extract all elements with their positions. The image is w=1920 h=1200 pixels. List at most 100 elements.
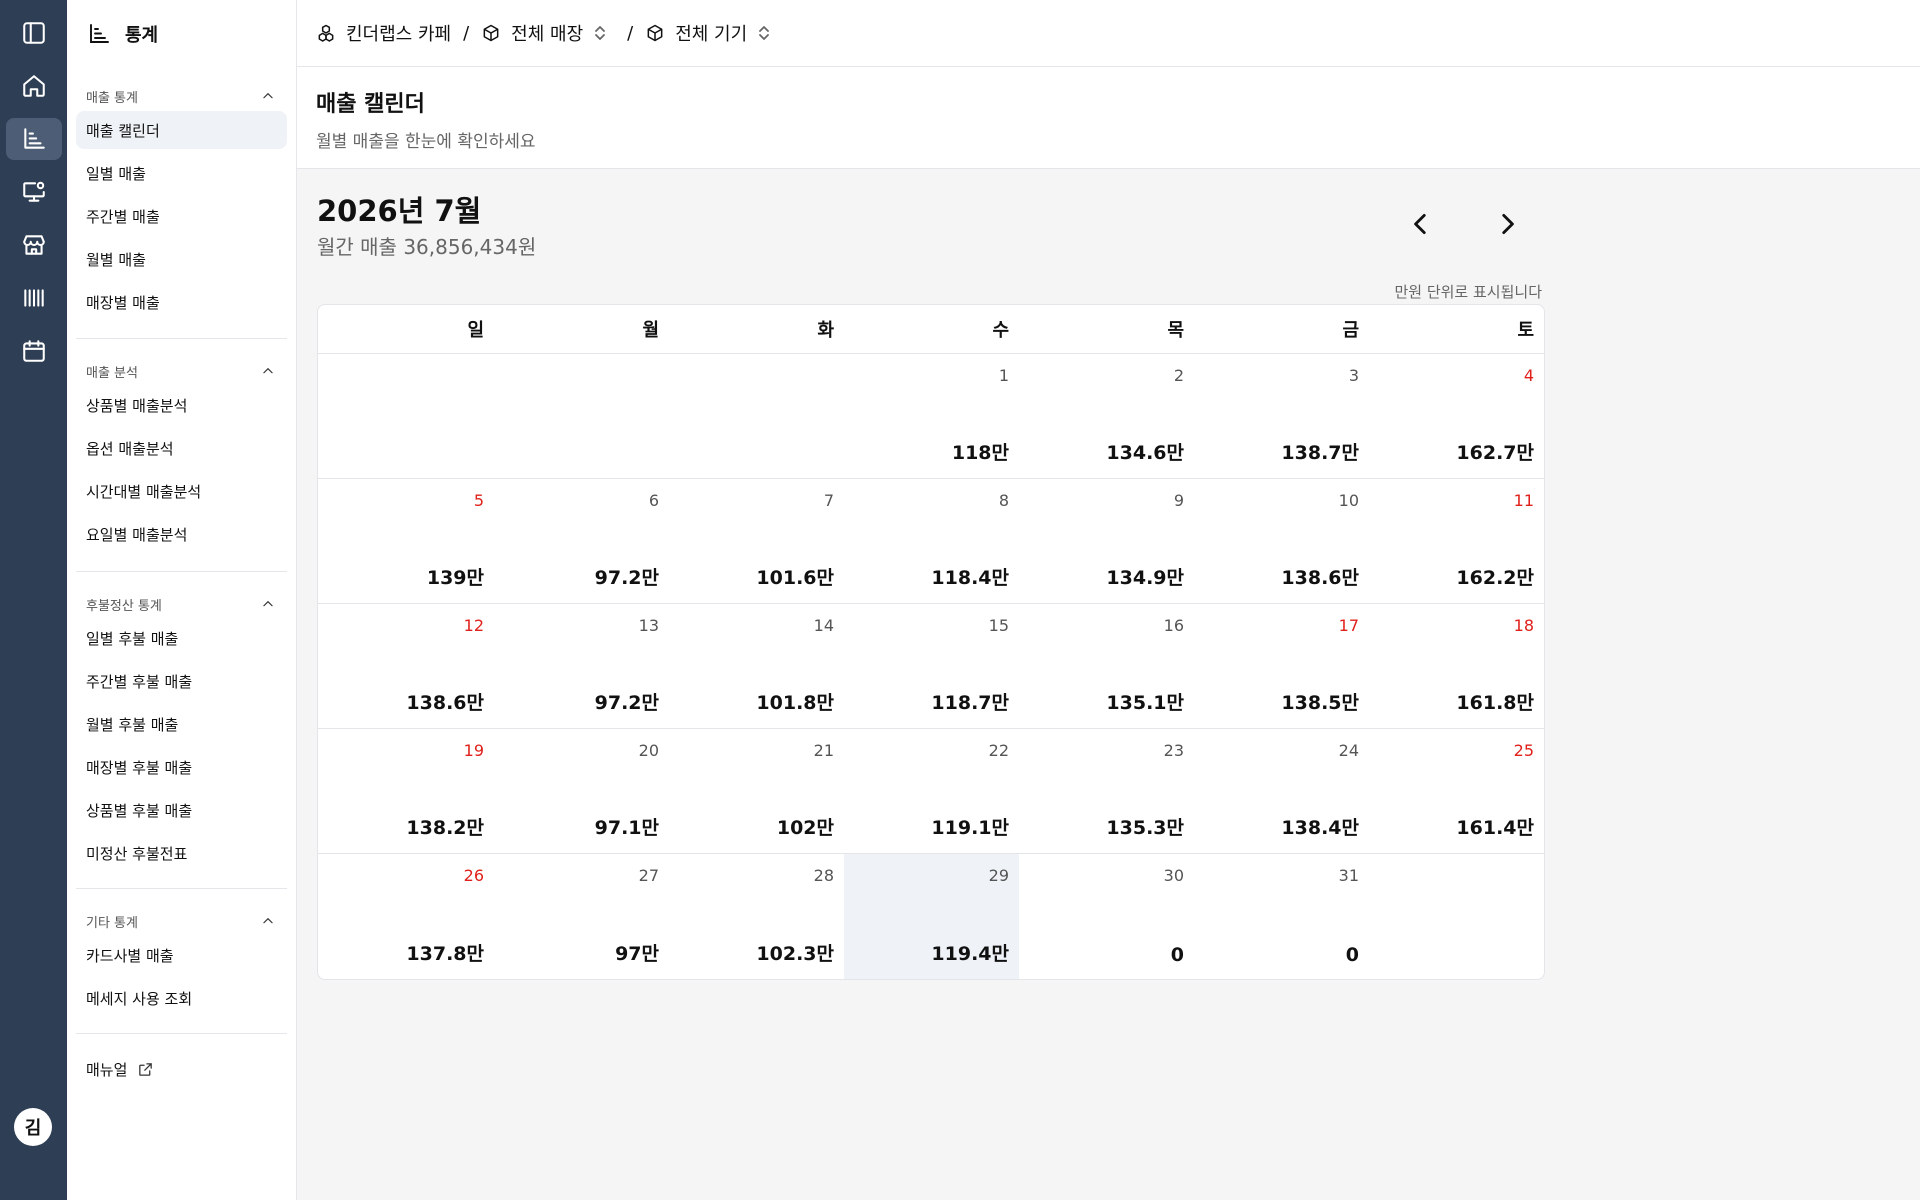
calendar-day-cell[interactable]: 31 0 xyxy=(1194,854,1369,979)
section-sales-analysis: 매출 분석 상품별 매출분석 옵션 매출분석 시간대별 매출분석 요일별 매출분… xyxy=(67,356,296,553)
day-number: 1 xyxy=(998,366,1009,385)
calendar-day-cell[interactable]: 6 97.2만 xyxy=(494,479,669,603)
day-sales-amount: 101.8만 xyxy=(756,692,834,714)
breadcrumb-brand[interactable]: 킨더랩스 카페 xyxy=(316,20,451,46)
breadcrumb: 킨더랩스 카페 / 전체 매장 / 전체 기기 xyxy=(297,0,1920,67)
day-sales-amount: 119.1만 xyxy=(931,817,1009,839)
calendar-day-cell[interactable]: 5 139만 xyxy=(318,479,494,603)
sidebar-item-product-analysis[interactable]: 상품별 매출분석 xyxy=(76,386,287,424)
day-number: 27 xyxy=(638,866,659,885)
calendar-day-cell[interactable]: 24 138.4만 xyxy=(1194,729,1369,853)
chevron-up-icon xyxy=(263,93,273,99)
sidebar-item-product-deferred[interactable]: 상품별 후불 매출 xyxy=(76,791,287,829)
chevron-up-down-icon xyxy=(595,26,606,40)
day-sales-amount: 138.6만 xyxy=(1281,567,1359,589)
calendar-day-cell[interactable]: 17 138.5만 xyxy=(1194,604,1369,728)
next-month-button[interactable] xyxy=(1489,206,1525,242)
day-sales-amount: 138.2만 xyxy=(406,817,484,839)
day-number: 30 xyxy=(1163,866,1184,885)
day-sales-amount: 0 xyxy=(1170,944,1184,966)
sidebar-item-sales-calendar[interactable]: 매출 캘린더 xyxy=(76,111,287,149)
brand-name: 킨더랩스 카페 xyxy=(346,24,452,45)
calendar-day-cell[interactable]: 11 162.2만 xyxy=(1369,479,1544,603)
sidebar-toggle-icon[interactable] xyxy=(6,12,62,54)
sidebar-item-monthly-deferred[interactable]: 월별 후불 매출 xyxy=(76,705,287,743)
store-icon[interactable] xyxy=(6,224,62,266)
sidebar-item-weekly-sales[interactable]: 주간별 매출 xyxy=(76,197,287,235)
day-sales-amount: 97.2만 xyxy=(594,567,659,589)
day-sales-amount: 97.2만 xyxy=(594,692,659,714)
month-total: 월간 매출 36,856,434원 xyxy=(317,235,537,259)
calendar-day-cell[interactable]: 23 135.3만 xyxy=(1019,729,1194,853)
section-header[interactable]: 후불정산 통계 xyxy=(76,589,287,619)
calendar-day-cell[interactable]: 20 97.1만 xyxy=(494,729,669,853)
sales-calendar: 일 월 화 수 목 금 토 1 118만 2 134.6만 3 138.7만 4 162.7만… xyxy=(317,304,1545,980)
calendar-day-cell[interactable]: 4 162.7만 xyxy=(1369,354,1544,478)
sidebar-item-store-sales[interactable]: 매장별 매출 xyxy=(76,283,287,321)
calendar-day-cell[interactable]: 10 138.6만 xyxy=(1194,479,1369,603)
day-number: 20 xyxy=(638,741,659,760)
calendar-day-cell[interactable]: 22 119.1만 xyxy=(844,729,1019,853)
calendar-day-cell[interactable]: 30 0 xyxy=(1019,854,1194,979)
sidebar-item-card-sales[interactable]: 카드사별 매출 xyxy=(76,936,287,974)
day-number: 16 xyxy=(1163,616,1184,635)
sidebar-item-weekday-analysis[interactable]: 요일별 매출분석 xyxy=(76,515,287,553)
section-title: 매출 분석 xyxy=(86,365,138,381)
prev-month-button[interactable] xyxy=(1403,206,1439,242)
cubes-icon xyxy=(318,24,334,42)
section-header[interactable]: 매출 분석 xyxy=(76,356,287,386)
section-header[interactable]: 기타 통계 xyxy=(76,906,287,936)
calendar-day-cell[interactable]: 13 97.2만 xyxy=(494,604,669,728)
monitor-settings-icon[interactable] xyxy=(6,171,62,213)
calendar-day-cell[interactable]: 19 138.2만 xyxy=(318,729,494,853)
calendar-day-cell[interactable]: 16 135.1만 xyxy=(1019,604,1194,728)
calendar-day-cell[interactable]: 21 102만 xyxy=(669,729,844,853)
manual-link[interactable]: 매뉴얼 xyxy=(76,1050,287,1088)
calendar-day-cell[interactable]: 14 101.8만 xyxy=(669,604,844,728)
calendar-day-cell[interactable]: 12 138.6만 xyxy=(318,604,494,728)
barcode-icon[interactable] xyxy=(6,277,62,319)
calendar-day-cell[interactable]: 7 101.6만 xyxy=(669,479,844,603)
calendar-day-cell[interactable]: 15 118.7만 xyxy=(844,604,1019,728)
sidebar-item-option-analysis[interactable]: 옵션 매출분석 xyxy=(76,429,287,467)
calendar-day-cell[interactable]: 28 102.3만 xyxy=(669,854,844,979)
weekday-label: 금 xyxy=(1342,320,1359,341)
sidebar-item-daily-deferred[interactable]: 일별 후불 매출 xyxy=(76,619,287,657)
calendar-week: 19 138.2만 20 97.1만 21 102만 22 119.1만 23 135.3만 24 1… xyxy=(318,729,1544,854)
sidebar-item-unsettled-slips[interactable]: 미정산 후불전표 xyxy=(76,834,287,872)
calendar-day-cell[interactable]: 2 134.6만 xyxy=(1019,354,1194,478)
statistics-chart-icon[interactable] xyxy=(5,118,62,160)
chevron-up-down-icon xyxy=(759,26,770,40)
weekday-label: 토 xyxy=(1517,320,1534,341)
page-subtitle: 월별 매출을 한눈에 확인하세요 xyxy=(316,132,536,152)
calendar-day-cell[interactable]: 27 97만 xyxy=(494,854,669,979)
calendar-day-cell[interactable]: 26 137.8만 xyxy=(318,854,494,979)
sidebar-item-weekly-deferred[interactable]: 주간별 후불 매출 xyxy=(76,662,287,700)
day-sales-amount: 138.4만 xyxy=(1281,817,1359,839)
section-deferred-stats: 후불정산 통계 일별 후불 매출 주간별 후불 매출 월별 후불 매출 매장별 … xyxy=(67,589,296,872)
device-selector[interactable]: 전체 기기 xyxy=(645,20,771,46)
day-sales-amount: 161.8만 xyxy=(1456,692,1534,714)
calendar-day-cell[interactable]: 25 161.4만 xyxy=(1369,729,1544,853)
calendar-day-cell[interactable]: 3 138.7만 xyxy=(1194,354,1369,478)
store-selector[interactable]: 전체 매장 xyxy=(481,20,607,46)
calendar-day-cell[interactable]: 1 118만 xyxy=(844,354,1019,478)
day-number: 3 xyxy=(1348,366,1359,385)
sidebar-item-monthly-sales[interactable]: 월별 매출 xyxy=(76,240,287,278)
sidebar-item-daily-sales[interactable]: 일별 매출 xyxy=(76,154,287,192)
external-link-icon xyxy=(139,1062,153,1076)
day-sales-amount: 97만 xyxy=(615,943,659,965)
calendar-day-cell[interactable]: 18 161.8만 xyxy=(1369,604,1544,728)
calendar-day-cell[interactable]: 8 118.4만 xyxy=(844,479,1019,603)
section-title: 후불정산 통계 xyxy=(86,598,162,614)
calendar-icon[interactable] xyxy=(6,330,62,372)
sidebar-item-message-usage[interactable]: 메세지 사용 조회 xyxy=(76,979,287,1017)
calendar-day-cell[interactable]: 9 134.9만 xyxy=(1019,479,1194,603)
home-icon[interactable] xyxy=(6,65,62,107)
sidebar-item-hourly-analysis[interactable]: 시간대별 매출분석 xyxy=(76,472,287,510)
user-avatar[interactable]: 김 xyxy=(14,1108,52,1146)
sidebar-item-store-deferred[interactable]: 매장별 후불 매출 xyxy=(76,748,287,786)
section-header[interactable]: 매출 통계 xyxy=(76,81,287,111)
day-sales-amount: 119.4만 xyxy=(931,943,1009,965)
calendar-day-cell[interactable]: 29 119.4만 xyxy=(844,854,1019,979)
